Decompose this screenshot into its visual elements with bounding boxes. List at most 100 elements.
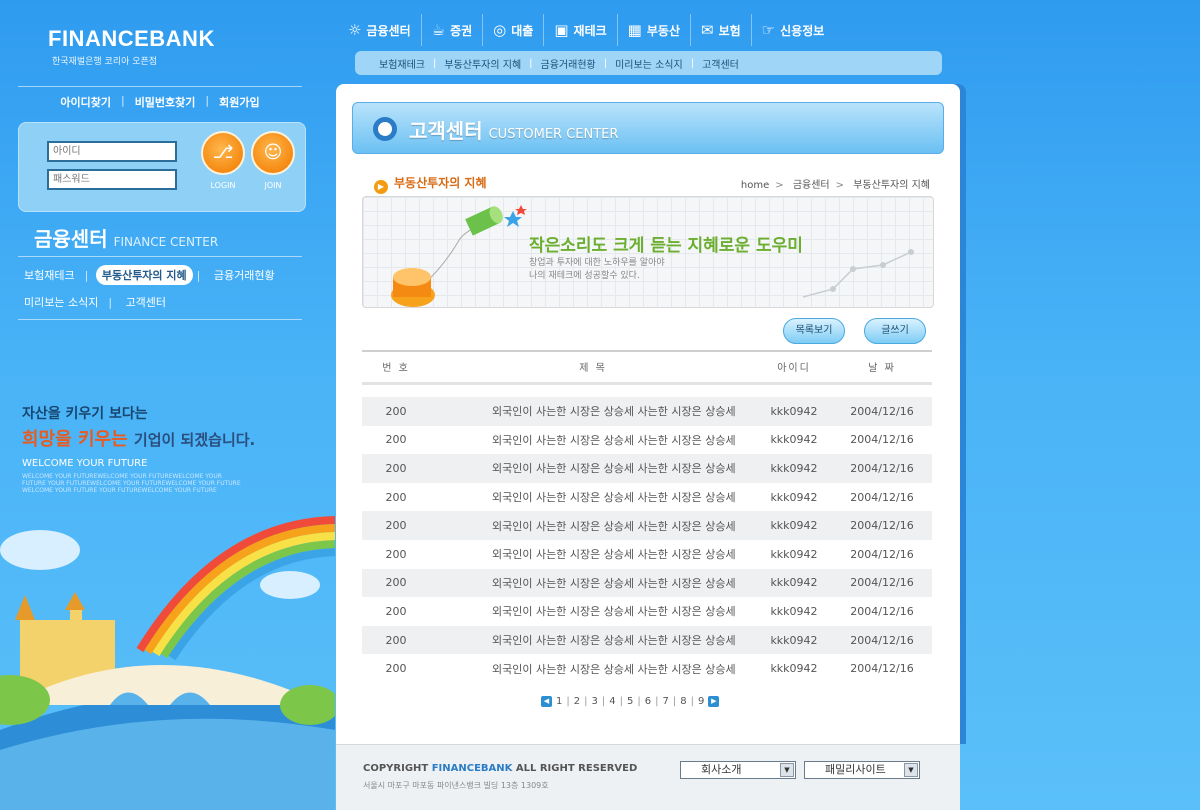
page-number-link[interactable]: 9 xyxy=(697,696,705,707)
circle-icon: ◎ xyxy=(493,21,507,39)
copyright-brand: FINANCEBANK xyxy=(431,763,513,774)
page-number-link[interactable]: 6 xyxy=(644,696,652,707)
cell-subject[interactable]: 외국인이 사는한 시장은 상승세 사는한 시장은 상승세 xyxy=(430,454,756,483)
nav-real-estate[interactable]: ▦ 부동산 xyxy=(618,14,691,46)
page-title-text: 부동산투자의 지혜 xyxy=(394,176,487,190)
table-row[interactable]: 200 외국인이 사는한 시장은 상승세 사는한 시장은 상승세 kkk0942 20… xyxy=(362,654,932,683)
prev-page-icon[interactable]: ◀ xyxy=(541,696,552,707)
signup-link[interactable]: 회원가입 xyxy=(219,94,259,110)
breadcrumb-item[interactable]: 금융센터 xyxy=(793,180,830,191)
nav-loan[interactable]: ◎ 대출 xyxy=(483,14,545,46)
table-row[interactable]: 200 외국인이 사는한 시장은 상승세 사는한 시장은 상승세 kkk0942 20… xyxy=(362,483,932,512)
page-title: ▶ 부동산투자의 지혜 xyxy=(374,174,487,194)
cell-date: 2004/12/16 xyxy=(850,662,914,676)
cell-subject[interactable]: 외국인이 사는한 시장은 상승세 사는한 시장은 상승세 xyxy=(430,597,756,626)
nav-credit-info[interactable]: ☞ 신용정보 xyxy=(752,14,835,46)
login-button[interactable]: ⎇ xyxy=(201,131,245,175)
cell-subject[interactable]: 외국인이 사는한 시장은 상승세 사는한 시장은 상승세 xyxy=(430,426,756,455)
table-row[interactable]: 200 외국인이 사는한 시장은 상승세 사는한 시장은 상승세 kkk0942 20… xyxy=(362,511,932,540)
company-info-select[interactable]: 회사소개 ▼ xyxy=(680,761,796,779)
sub-nav-item[interactable]: 고객센터 xyxy=(702,56,739,71)
nav-investment[interactable]: ▣ 재테크 xyxy=(544,14,618,46)
sub-nav-item[interactable]: 미리보는 소식지 xyxy=(615,56,683,71)
left-menu-item-insurance[interactable]: 보험재테크 xyxy=(18,265,81,285)
write-button[interactable]: 글쓰기 xyxy=(864,318,926,344)
join-label: JOIN xyxy=(264,181,282,190)
nav-label: 금융센터 xyxy=(366,23,411,38)
cell-user-id: kkk0942 xyxy=(756,511,832,540)
find-password-link[interactable]: 비밀번호찾기 xyxy=(135,94,196,110)
find-id-link[interactable]: 아이디찾기 xyxy=(60,94,111,110)
banner-title-ko: 고객센터 xyxy=(409,119,483,143)
cell-number: 200 xyxy=(385,662,407,676)
next-page-icon[interactable]: ▶ xyxy=(708,696,720,707)
page-number-link[interactable]: 5 xyxy=(626,696,634,707)
cell-date: 2004/12/16 xyxy=(832,397,932,426)
cell-subject[interactable]: 외국인이 사는한 시장은 상승세 사는한 시장은 상승세 xyxy=(430,654,756,683)
page-number-link[interactable]: 2 xyxy=(573,696,581,707)
cell-date: 2004/12/16 xyxy=(850,490,914,504)
password-input[interactable] xyxy=(47,169,177,190)
join-button[interactable]: ☺ xyxy=(251,131,295,175)
welcome-fine-print: WELCOME YOUR FUTUREWELCOME YOUR FUTUREWE… xyxy=(22,473,241,494)
left-menu-item-realestate[interactable]: 부동산투자의 지혜 xyxy=(95,265,193,285)
chevron-down-icon[interactable]: ▼ xyxy=(904,763,918,777)
banner-title: 고객센터 CUSTOMER CENTER xyxy=(409,115,618,144)
brand-logo[interactable]: FINANCEBANK xyxy=(48,26,215,52)
left-menu-item-transactions[interactable]: 금융거래현황 xyxy=(208,265,281,285)
nav-label: 재테크 xyxy=(573,23,607,38)
pagination: ◀ 1 | 2 | 3 | 4 | 5 | 6 | 7 | 8 | 9 ▶ xyxy=(541,696,720,707)
page-number-link[interactable]: 1 xyxy=(555,696,563,707)
page-number-link[interactable]: 4 xyxy=(608,696,616,707)
id-input[interactable] xyxy=(47,141,177,162)
table-row[interactable]: 200 외국인이 사는한 시장은 상승세 사는한 시장은 상승세 kkk0942 20… xyxy=(362,454,932,483)
cell-subject[interactable]: 외국인이 사는한 시장은 상승세 사는한 시장은 상승세 xyxy=(430,397,756,426)
table-row[interactable]: 200 외국인이 사는한 시장은 상승세 사는한 시장은 상승세 kkk0942 20… xyxy=(362,568,932,598)
table-row[interactable]: 200 외국인이 사는한 시장은 상승세 사는한 시장은 상승세 kkk0942 20… xyxy=(362,625,932,655)
main-panel: 고객센터 CUSTOMER CENTER ▶ 부동산투자의 지혜 home > 금융센… xyxy=(336,84,960,744)
table-row[interactable]: 200 외국인이 사는한 시장은 상승세 사는한 시장은 상승세 kkk0942 20… xyxy=(362,426,932,455)
cell-subject[interactable]: 외국인이 사는한 시장은 상승세 사는한 시장은 상승세 xyxy=(430,568,756,598)
separator: | xyxy=(619,696,623,707)
cell-number: 200 xyxy=(385,604,407,618)
promo-banner: 작은소리도 크게 듣는 지혜로운 도우미 창업과 투자에 대한 노하우를 알아야… xyxy=(362,196,934,308)
page-number-link[interactable]: 8 xyxy=(679,696,687,707)
list-button[interactable]: 목록보기 xyxy=(783,318,845,344)
nav-label: 대출 xyxy=(511,23,534,38)
top-nav: ☼ 금융센터 ☕ 증권 ◎ 대출 ▣ 재테크 ▦ 부동산 ✉ 보험 ☞ 신용정보 xyxy=(338,14,950,46)
bag-icon: ▣ xyxy=(554,21,569,39)
cell-subject[interactable]: 외국인이 사는한 시장은 상승세 사는한 시장은 상승세 xyxy=(430,483,756,512)
sub-nav-item[interactable]: 금융거래현황 xyxy=(541,56,596,71)
family-site-select[interactable]: 패밀리사이트 ▼ xyxy=(804,761,920,779)
cell-user-id: kkk0942 xyxy=(770,662,818,676)
cell-number: 200 xyxy=(362,625,430,655)
cell-subject[interactable]: 외국인이 사는한 시장은 상승세 사는한 시장은 상승세 xyxy=(430,625,756,655)
page-number-link[interactable]: 7 xyxy=(662,696,670,707)
nav-finance-center[interactable]: ☼ 금융센터 xyxy=(338,14,422,46)
cell-subject[interactable]: 외국인이 사는한 시장은 상승세 사는한 시장은 상승세 xyxy=(430,540,756,569)
left-menu-item-newsletter[interactable]: 미리보는 소식지 xyxy=(18,292,104,312)
table-row[interactable]: 200 외국인이 사는한 시장은 상승세 사는한 시장은 상승세 kkk0942 20… xyxy=(362,597,932,626)
separator: | xyxy=(655,696,659,707)
chevron-down-icon[interactable]: ▼ xyxy=(780,763,794,777)
table-row[interactable]: 200 외국인이 사는한 시장은 상승세 사는한 시장은 상승세 kkk0942 20… xyxy=(362,540,932,569)
target-icon xyxy=(373,117,397,141)
divider xyxy=(18,86,302,87)
cell-date: 2004/12/16 xyxy=(850,547,914,561)
left-menu-item-support[interactable]: 고객센터 xyxy=(120,292,172,312)
table-body: 200 외국인이 사는한 시장은 상승세 사는한 시장은 상승세 kkk0942 20… xyxy=(362,383,932,683)
hand-icon: ☞ xyxy=(761,21,776,39)
promo-desc-line: 창업과 투자에 대한 노하우를 알아야 xyxy=(529,258,665,268)
sub-nav-item[interactable]: 보험재테크 xyxy=(379,56,425,71)
cell-number: 200 xyxy=(385,490,407,504)
sub-nav-item[interactable]: 부동산투자의 지혜 xyxy=(444,56,521,71)
page-number-link[interactable]: 3 xyxy=(591,696,599,707)
board-table: 번 호 제 목 아이디 날 짜 200 외국인이 사는한 시장은 상승세 사는한 … xyxy=(362,350,932,683)
breadcrumb-home[interactable]: home xyxy=(741,180,769,191)
table-row[interactable]: 200 외국인이 사는한 시장은 상승세 사는한 시장은 상승세 kkk0942 20… xyxy=(362,397,932,426)
nav-securities[interactable]: ☕ 증권 xyxy=(422,14,484,46)
cell-date: 2004/12/16 xyxy=(832,568,932,598)
cell-subject[interactable]: 외국인이 사는한 시장은 상승세 사는한 시장은 상승세 xyxy=(430,511,756,540)
slogan-line-1: 자산을 키우기 보다는 xyxy=(22,406,148,422)
nav-insurance[interactable]: ✉ 보험 xyxy=(691,14,752,46)
